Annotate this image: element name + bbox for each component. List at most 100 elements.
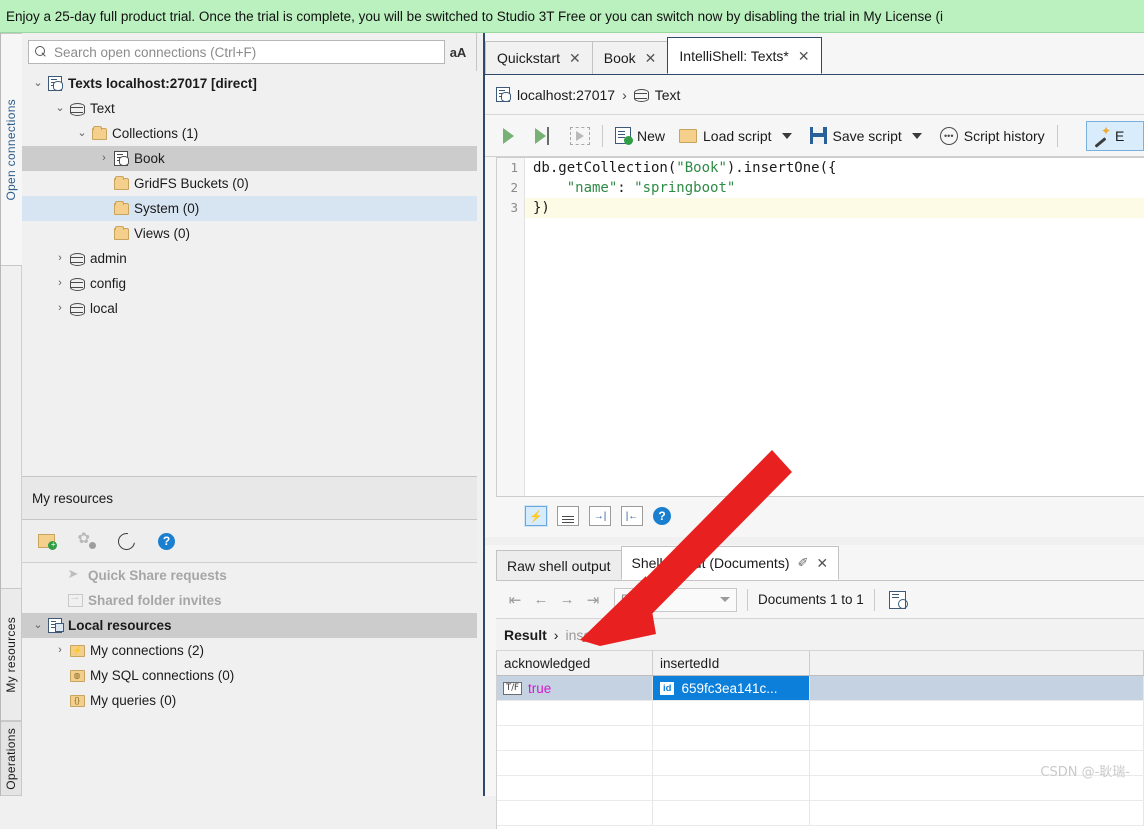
next-page-button[interactable]: → [554, 588, 580, 612]
first-page-button[interactable]: ⇤ [502, 588, 528, 612]
align-lines-button[interactable] [557, 506, 579, 526]
chevron-right-icon[interactable]: › [52, 303, 68, 314]
tree-node-5[interactable]: System (0) [22, 196, 477, 221]
chevron-right-icon[interactable]: › [52, 253, 68, 264]
table-cell[interactable] [810, 801, 1144, 825]
stop-button[interactable] [563, 121, 597, 151]
table-row[interactable] [497, 701, 1144, 726]
table-cell[interactable] [653, 776, 810, 800]
indent-button[interactable]: →| [589, 506, 611, 526]
vtab-operations[interactable]: Operations [0, 721, 22, 796]
inspect-document-button[interactable] [885, 588, 911, 612]
chevron-down-icon[interactable]: ⌄ [30, 620, 46, 631]
breadcrumb-host[interactable]: localhost:27017 [517, 87, 615, 103]
table-cell[interactable] [497, 701, 653, 725]
code-line-2[interactable]: "name": "springboot" [525, 178, 1144, 198]
tree-node-8[interactable]: › config [22, 271, 477, 296]
my-resources-item-1[interactable]: Shared folder invites [22, 588, 477, 613]
tree-node-6[interactable]: Views (0) [22, 221, 477, 246]
chevron-down-icon-2[interactable] [911, 132, 922, 139]
run-button[interactable] [493, 121, 527, 151]
prev-page-button[interactable]: ← [528, 588, 554, 612]
new-button[interactable]: New [608, 121, 672, 151]
tree-node-9[interactable]: › local [22, 296, 477, 321]
tree-node-7[interactable]: › admin [22, 246, 477, 271]
script-history-button[interactable]: ••• Script history [933, 121, 1052, 151]
tree-node-1[interactable]: ⌄ Text [22, 96, 477, 121]
table-cell[interactable] [653, 751, 810, 775]
close-icon[interactable]: ✕ [645, 51, 657, 65]
chevron-down-icon[interactable] [781, 132, 792, 139]
chevron-right-icon[interactable]: › [96, 153, 112, 164]
editor-tab-0[interactable]: Quickstart ✕ [485, 41, 593, 74]
new-folder-button[interactable]: + [35, 530, 58, 553]
local-resources-node-1[interactable]: › ⚡ My connections (2) [22, 638, 477, 663]
table-row[interactable] [497, 726, 1144, 751]
code-line-1[interactable]: db.getCollection("Book").insertOne({ [525, 158, 1144, 178]
close-icon[interactable]: ✕ [798, 49, 810, 63]
result-grid[interactable]: acknowledged insertedId T/F true id 659fc3ea… [496, 651, 1144, 829]
local-resources-node-3[interactable]: {} My queries (0) [22, 688, 477, 713]
editor-tab-2[interactable]: IntelliShell: Texts* ✕ [667, 37, 822, 74]
code-line-3[interactable]: }) [525, 198, 1144, 218]
table-cell[interactable] [497, 751, 653, 775]
table-cell[interactable] [653, 801, 810, 825]
connections-tree[interactable]: ⌄ Texts localhost:27017 [direct] ⌄ Text ⌄ Col… [22, 71, 477, 476]
chevron-right-icon[interactable]: › [52, 645, 68, 656]
match-case-toggle[interactable]: aA [445, 45, 471, 60]
refresh-button[interactable] [114, 529, 139, 553]
help-button[interactable]: ? [155, 530, 178, 553]
editor-help-button[interactable]: ? [653, 507, 671, 525]
search-input[interactable] [52, 43, 439, 61]
table-row[interactable]: T/F true id 659fc3ea141c... [497, 676, 1144, 701]
outdent-button[interactable]: |← [621, 506, 643, 526]
result-breadcrumb-field[interactable]: insertedId [565, 627, 626, 643]
share-button[interactable] [75, 529, 98, 553]
table-cell[interactable] [497, 801, 653, 825]
table-cell[interactable]: id 659fc3ea141c... [653, 676, 810, 700]
chevron-right-icon[interactable]: › [52, 278, 68, 289]
code-editor[interactable]: 1 2 3 db.getCollection("Book").insertOne({… [496, 157, 1144, 497]
chevron-down-icon[interactable]: ⌄ [52, 103, 68, 114]
chevron-down-icon[interactable]: ⌄ [74, 128, 90, 139]
tree-node-3[interactable]: › Book [22, 146, 477, 171]
table-cell[interactable] [497, 776, 653, 800]
result-grid-body[interactable]: T/F true id 659fc3ea141c... [497, 676, 1144, 826]
page-size-select[interactable]: 50 [614, 587, 737, 612]
load-script-button[interactable]: Load script [672, 121, 802, 151]
table-cell[interactable] [810, 701, 1144, 725]
tree-node-2[interactable]: ⌄ Collections (1) [22, 121, 477, 146]
editor-tab-1[interactable]: Book ✕ [591, 41, 669, 74]
result-tab-1[interactable]: Shell output (Documents) ✐ ✕ [620, 546, 840, 580]
my-resources-item-0[interactable]: Quick Share requests [22, 563, 477, 588]
close-icon[interactable]: ✕ [569, 51, 581, 65]
chevron-down-icon[interactable]: ⌄ [30, 78, 46, 89]
close-icon[interactable]: ✕ [816, 555, 828, 572]
table-cell[interactable] [810, 726, 1144, 750]
vtab-my-resources[interactable]: My resources [0, 588, 22, 721]
tree-node-0[interactable]: ⌄ Texts localhost:27017 [direct] [22, 71, 477, 96]
pin-icon[interactable]: ✐ [797, 555, 808, 571]
table-row[interactable] [497, 801, 1144, 826]
grid-column-header-2[interactable] [810, 651, 1144, 675]
table-cell[interactable] [653, 701, 810, 725]
last-page-button[interactable]: ⇥ [580, 588, 606, 612]
search-field-wrapper[interactable] [28, 40, 445, 64]
save-script-button[interactable]: Save script [803, 121, 933, 151]
code-content[interactable]: db.getCollection("Book").insertOne({ "na… [525, 158, 1144, 496]
local-resources-node-0[interactable]: ⌄ Local resources [22, 613, 477, 638]
result-tab-0[interactable]: Raw shell output [496, 550, 622, 580]
table-cell[interactable] [653, 726, 810, 750]
run-to-cursor-button[interactable] [527, 121, 563, 151]
grid-column-header-0[interactable]: acknowledged [497, 651, 653, 675]
vtab-open-connections[interactable]: Open connections [0, 33, 22, 266]
breadcrumb-database[interactable]: Text [655, 87, 681, 103]
result-breadcrumb-root[interactable]: Result [504, 627, 547, 643]
table-cell[interactable] [497, 726, 653, 750]
edit-wand-button[interactable]: E [1086, 121, 1144, 151]
grid-column-header-1[interactable]: insertedId [653, 651, 810, 675]
format-code-button[interactable]: ⚡ [524, 505, 548, 527]
local-resources-tree[interactable]: Quick Share requests Shared folder invite… [22, 563, 477, 796]
table-cell[interactable] [810, 676, 1144, 700]
local-resources-node-2[interactable]: ◍ My SQL connections (0) [22, 663, 477, 688]
